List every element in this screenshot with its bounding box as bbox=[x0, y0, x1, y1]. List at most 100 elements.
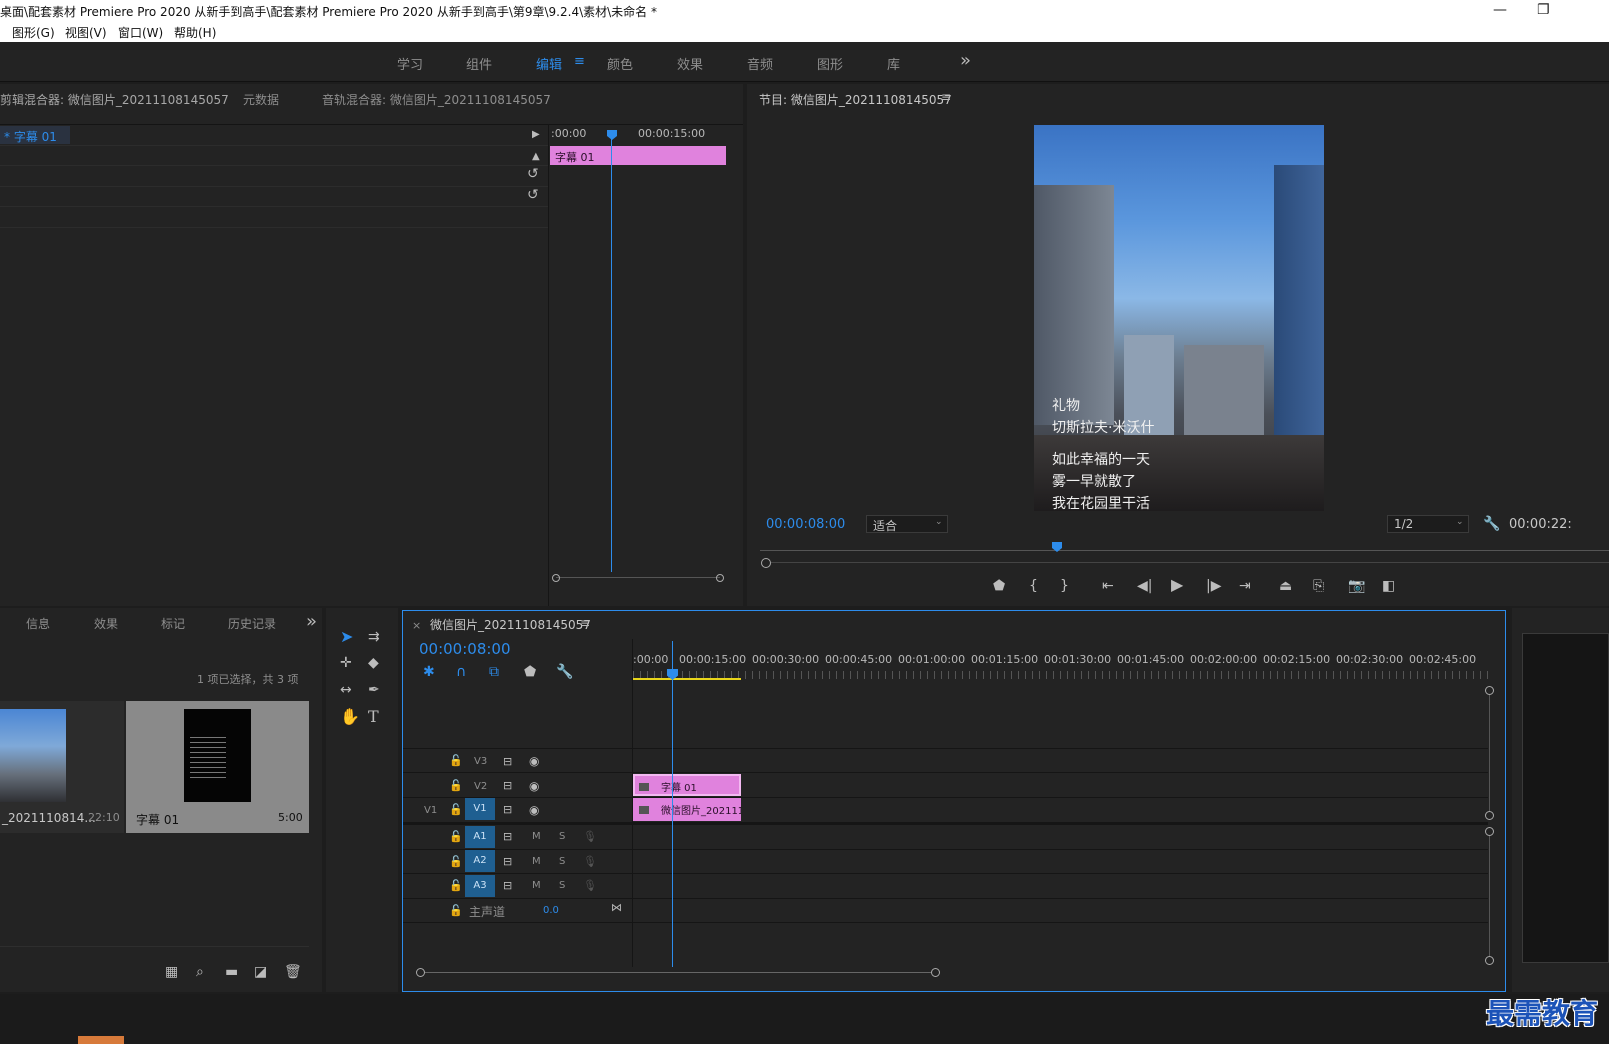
mini-scroll-right-handle[interactable] bbox=[716, 574, 724, 582]
tab-effects[interactable]: 效果 bbox=[94, 615, 118, 632]
new-item-icon[interactable]: ◪ bbox=[254, 965, 267, 979]
tab-info[interactable]: 信息 bbox=[26, 615, 50, 632]
reset-icon-2[interactable]: ↺ bbox=[527, 188, 539, 202]
mute-button-a3[interactable]: M bbox=[532, 880, 541, 891]
selection-tool-icon[interactable]: ➤ bbox=[340, 629, 353, 645]
lock-icon[interactable]: 🔓 bbox=[449, 803, 463, 817]
mute-button-a2[interactable]: M bbox=[532, 856, 541, 867]
mini-scrollbar[interactable] bbox=[556, 577, 720, 578]
collapse-up-icon[interactable]: ▲ bbox=[532, 150, 540, 164]
track-target-a3[interactable]: A3 bbox=[465, 875, 495, 897]
audio-scrollbar[interactable] bbox=[1489, 836, 1490, 956]
lock-icon[interactable]: 🔓 bbox=[449, 830, 463, 844]
workspace-effects[interactable]: 效果 bbox=[677, 54, 703, 73]
workspace-menu-icon[interactable]: ≡ bbox=[574, 54, 585, 69]
program-zoom-handle[interactable] bbox=[761, 558, 771, 568]
pen-tool-icon[interactable]: ✒ bbox=[368, 683, 380, 697]
timeline-sequence-name[interactable]: 微信图片_20211108145057 bbox=[430, 616, 591, 633]
menu-view[interactable]: 视图(V) bbox=[65, 24, 107, 41]
program-zoom-bar[interactable] bbox=[771, 562, 1609, 563]
sync-lock-icon[interactable]: ⊟ bbox=[503, 830, 512, 844]
track-target-a1[interactable]: A1 bbox=[465, 826, 495, 848]
audio-scroll-bottom-handle[interactable] bbox=[1485, 956, 1494, 965]
clip-image-v1[interactable]: 微信图片_202111 bbox=[633, 798, 741, 821]
tab-metadata[interactable]: 元数据 bbox=[243, 91, 279, 108]
go-to-out-icon[interactable]: ⇥ bbox=[1239, 579, 1251, 593]
project-item-image[interactable]: _2021110814... 22:10 bbox=[0, 701, 124, 833]
program-timecode[interactable]: 00:00:08:00 bbox=[766, 517, 845, 532]
solo-button-a3[interactable]: S bbox=[559, 880, 565, 891]
menu-graphics[interactable]: 图形(G) bbox=[12, 24, 55, 41]
track-label-v3[interactable]: V3 bbox=[474, 756, 487, 767]
timeline-timecode[interactable]: 00:00:08:00 bbox=[419, 640, 511, 658]
ripple-edit-tool-icon[interactable]: ✛ bbox=[340, 656, 352, 670]
lock-icon[interactable]: 🔓 bbox=[449, 904, 463, 918]
source-patch-v1[interactable]: V1 bbox=[424, 805, 437, 816]
timeline-ruler[interactable]: :00:00 00:00:15:00 00:00:30:00 00:00:45:… bbox=[633, 641, 1488, 683]
mark-in-icon[interactable]: { bbox=[1029, 579, 1038, 593]
workspace-overflow-icon[interactable]: » bbox=[960, 50, 971, 71]
search-icon[interactable]: ⌕ bbox=[196, 965, 204, 979]
magnet-icon[interactable]: ∩ bbox=[456, 665, 466, 679]
clip-title-v2[interactable]: 字幕 01 bbox=[633, 774, 741, 796]
compare-icon[interactable]: ◧ bbox=[1382, 579, 1395, 593]
eye-icon[interactable]: ◉ bbox=[529, 779, 539, 793]
microphone-icon[interactable]: 🎙 bbox=[583, 879, 597, 893]
hand-tool-icon[interactable]: ✋ bbox=[340, 709, 360, 725]
work-area-bar[interactable] bbox=[633, 678, 741, 680]
effect-item-row[interactable]: * 字幕 01 bbox=[0, 126, 70, 144]
lock-icon[interactable]: 🔓 bbox=[449, 879, 463, 893]
eye-icon[interactable]: ◉ bbox=[529, 803, 539, 817]
program-menu-icon[interactable]: ≡ bbox=[941, 90, 951, 104]
solo-button-a2[interactable]: S bbox=[559, 856, 565, 867]
step-forward-icon[interactable]: |▶ bbox=[1206, 579, 1221, 593]
mini-scroll-left-handle[interactable] bbox=[552, 574, 560, 582]
track-target-a2[interactable]: A2 bbox=[465, 850, 495, 872]
video-scrollbar[interactable] bbox=[1489, 695, 1490, 811]
fit-dropdown[interactable]: 适合 ⌄ bbox=[866, 515, 948, 533]
add-marker-icon[interactable]: ⬟ bbox=[524, 665, 536, 679]
razor-tool-icon[interactable]: ◆ bbox=[368, 656, 379, 670]
track-select-tool-icon[interactable]: ⇉ bbox=[368, 630, 380, 644]
video-scroll-top-handle[interactable] bbox=[1485, 686, 1494, 695]
mini-clip-title[interactable]: 字幕 01 bbox=[550, 146, 726, 165]
program-video-frame[interactable]: 礼物 切斯拉夫·米沃什 如此幸福的一天 雾一早就散了 我在花园里干活 bbox=[1034, 125, 1324, 511]
panel-overflow-icon[interactable]: » bbox=[306, 611, 317, 632]
project-item-title[interactable]: 字幕 01 5:00 bbox=[126, 701, 309, 833]
microphone-icon[interactable]: 🎙 bbox=[583, 830, 597, 844]
solo-button-a1[interactable]: S bbox=[559, 831, 565, 842]
minimize-button[interactable]: — bbox=[1493, 2, 1507, 18]
h-scrollbar[interactable] bbox=[425, 972, 931, 973]
mute-button-a1[interactable]: M bbox=[532, 831, 541, 842]
workspace-editing[interactable]: 编辑 bbox=[536, 54, 562, 73]
lock-icon[interactable]: 🔓 bbox=[449, 754, 463, 768]
extract-icon[interactable]: ⎘ bbox=[1313, 579, 1324, 593]
tab-history[interactable]: 历史记录 bbox=[228, 615, 276, 632]
track-label-v2[interactable]: V2 bbox=[474, 781, 487, 792]
sync-lock-icon[interactable]: ⊟ bbox=[503, 879, 512, 893]
sync-lock-icon[interactable]: ⊟ bbox=[503, 779, 512, 793]
marker-icon[interactable]: ⬟ bbox=[993, 579, 1005, 593]
h-scroll-left-handle[interactable] bbox=[416, 968, 425, 977]
video-scroll-bottom-handle[interactable] bbox=[1485, 811, 1494, 820]
play-icon[interactable]: ▶ bbox=[1171, 577, 1183, 593]
workspace-assembly[interactable]: 组件 bbox=[466, 54, 492, 73]
workspace-libraries[interactable]: 库 bbox=[887, 54, 900, 73]
tab-audio-mixer[interactable]: 音轨混合器: 微信图片_20211108145057 bbox=[322, 91, 551, 108]
type-tool-icon[interactable]: T bbox=[368, 709, 379, 725]
track-target-v1[interactable]: V1 bbox=[465, 798, 495, 820]
program-scrubber[interactable] bbox=[760, 550, 1609, 551]
timeline-settings-wrench-icon[interactable]: 🔧 bbox=[556, 665, 573, 679]
wrench-icon[interactable]: 🔧 bbox=[1483, 517, 1500, 531]
linked-selection-icon[interactable]: ⧉ bbox=[489, 665, 499, 679]
list-view-icon[interactable]: ▦ bbox=[165, 965, 178, 979]
workspace-audio[interactable]: 音频 bbox=[747, 54, 773, 73]
sync-lock-icon[interactable]: ⊟ bbox=[503, 803, 512, 817]
master-volume-value[interactable]: 0.0 bbox=[543, 905, 559, 916]
reset-icon[interactable]: ↺ bbox=[527, 167, 539, 181]
microphone-icon[interactable]: 🎙 bbox=[583, 855, 597, 869]
tab-clip-mixer[interactable]: 剪辑混合器: 微信图片_20211108145057 bbox=[0, 91, 229, 108]
timeline-menu-icon[interactable]: ≡ bbox=[580, 616, 590, 630]
play-triangle-icon[interactable]: ▶ bbox=[532, 128, 540, 142]
go-to-end-icon[interactable]: ⋈ bbox=[611, 901, 622, 915]
